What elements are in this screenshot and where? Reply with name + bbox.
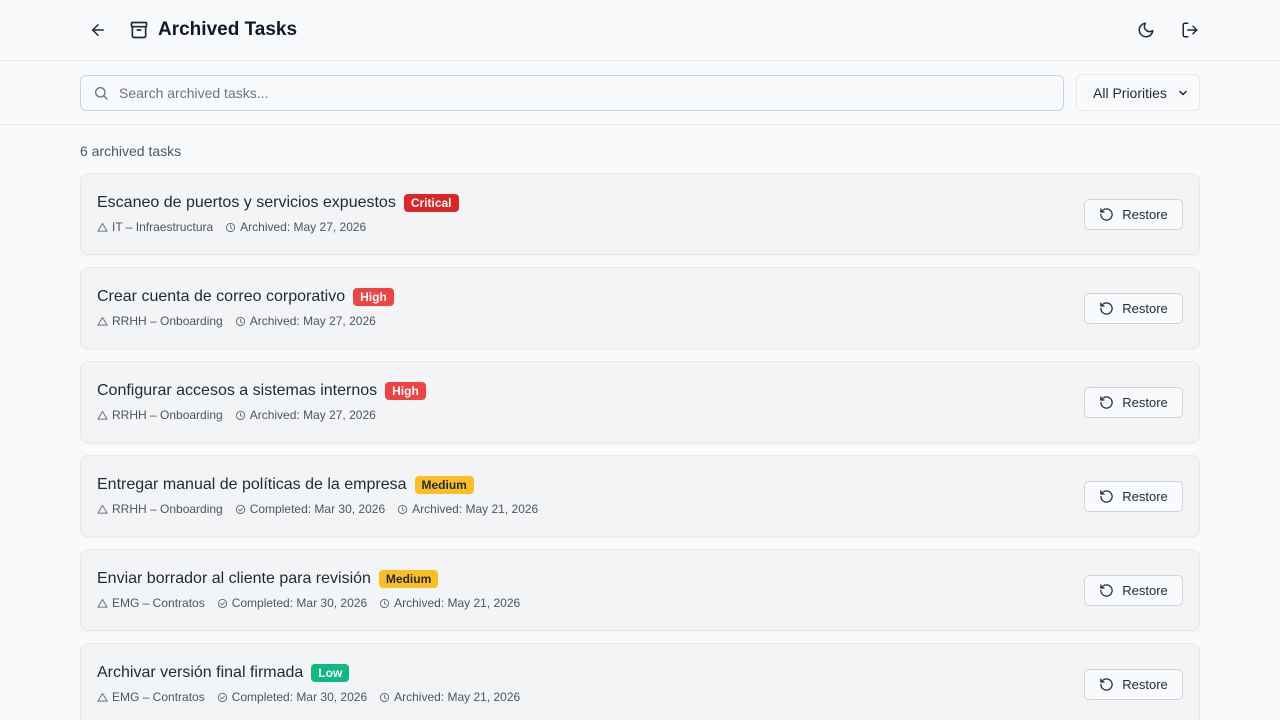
archive-icon (128, 19, 150, 41)
task-card: Entregar manual de políticas de la empre… (80, 455, 1200, 537)
priority-badge: Critical (403, 194, 459, 212)
project-icon (97, 692, 108, 702)
task-completed-date: Completed: Mar 30, 2026 (217, 690, 367, 704)
restore-button[interactable]: Restore (1084, 480, 1183, 512)
project-icon (97, 504, 108, 514)
task-archived-date: Archived: May 27, 2026 (235, 408, 376, 422)
check-circle-icon (217, 598, 227, 608)
logout-button[interactable] (1180, 20, 1200, 40)
task-title: Escaneo de puertos y servicios expuestos (97, 194, 396, 211)
priority-badge: Medium (414, 476, 474, 494)
task-archived-date: Archived: May 21, 2026 (397, 502, 538, 516)
task-card: Crear cuenta de correo corporativo High … (80, 267, 1200, 349)
task-project: EMG – Contratos (97, 690, 205, 704)
project-icon (97, 316, 108, 326)
task-list-area: 6 archived tasks Escaneo de puertos y se… (0, 125, 1280, 720)
task-project: RRHH – Onboarding (97, 502, 223, 516)
restore-button[interactable]: Restore (1084, 574, 1183, 606)
priority-badge: High (353, 288, 394, 306)
clock-icon (235, 410, 245, 420)
priority-badge: Medium (378, 570, 439, 588)
restore-icon (1100, 301, 1113, 315)
restore-button[interactable]: Restore (1084, 292, 1183, 324)
clock-icon (379, 692, 390, 702)
app-header: Archived Tasks (0, 0, 1280, 61)
clock-icon (398, 504, 408, 514)
task-title: Archivar versión final firmada (97, 664, 304, 681)
priority-select-value: All Priorities (1093, 84, 1167, 101)
search-box[interactable] (80, 74, 1064, 111)
chevron-down-icon (1179, 90, 1187, 95)
task-archived-date: Archived: May 27, 2026 (235, 314, 376, 328)
search-icon (95, 86, 108, 100)
check-circle-icon (235, 504, 245, 514)
logout-icon (1182, 22, 1198, 38)
clock-icon (235, 316, 245, 326)
clock-icon (379, 598, 390, 608)
page-title: Archived Tasks (158, 19, 298, 40)
task-project: IT – Infraestructura (97, 220, 213, 234)
clock-icon (226, 222, 236, 232)
task-project: RRHH – Onboarding (97, 408, 223, 422)
priority-badge: Low (311, 664, 350, 682)
priority-filter-select[interactable]: All Priorities (1076, 74, 1200, 111)
task-title: Enviar borrador al cliente para revisión (97, 570, 371, 587)
filter-toolbar: All Priorities (0, 61, 1280, 125)
restore-icon (1100, 395, 1113, 409)
task-completed-date: Completed: Mar 30, 2026 (217, 596, 367, 610)
restore-icon (1100, 489, 1113, 503)
project-icon (97, 410, 108, 420)
task-title: Crear cuenta de correo corporativo (97, 288, 346, 305)
task-list: Escaneo de puertos y servicios expuestos… (80, 173, 1200, 720)
moon-icon (1138, 22, 1154, 38)
project-icon (97, 598, 108, 608)
restore-button[interactable]: Restore (1084, 668, 1183, 700)
task-card: Escaneo de puertos y servicios expuestos… (80, 173, 1200, 255)
task-title: Configurar accesos a sistemas internos (97, 382, 378, 399)
task-card: Enviar borrador al cliente para revisión… (80, 549, 1200, 631)
arrow-left-icon (92, 24, 104, 36)
archived-count: 6 archived tasks (80, 143, 182, 159)
restore-button[interactable]: Restore (1084, 198, 1183, 230)
task-title: Entregar manual de políticas de la empre… (97, 476, 407, 493)
task-project: EMG – Contratos (97, 596, 205, 610)
back-button[interactable] (88, 20, 108, 40)
check-circle-icon (217, 692, 227, 702)
task-archived-date: Archived: May 21, 2026 (379, 690, 520, 704)
restore-icon (1100, 583, 1113, 597)
restore-icon (1100, 677, 1113, 691)
task-card: Configurar accesos a sistemas internos H… (80, 361, 1200, 443)
search-input[interactable] (119, 84, 1051, 101)
theme-toggle-button[interactable] (1136, 20, 1156, 40)
project-icon (97, 222, 108, 232)
task-card: Archivar versión final firmada Low EMG –… (80, 643, 1200, 720)
task-completed-date: Completed: Mar 30, 2026 (235, 502, 385, 516)
task-project: RRHH – Onboarding (97, 314, 223, 328)
restore-button[interactable]: Restore (1084, 386, 1183, 418)
task-archived-date: Archived: May 21, 2026 (379, 596, 520, 610)
task-archived-date: Archived: May 27, 2026 (225, 220, 366, 234)
priority-badge: High (385, 382, 426, 400)
restore-icon (1100, 207, 1113, 221)
